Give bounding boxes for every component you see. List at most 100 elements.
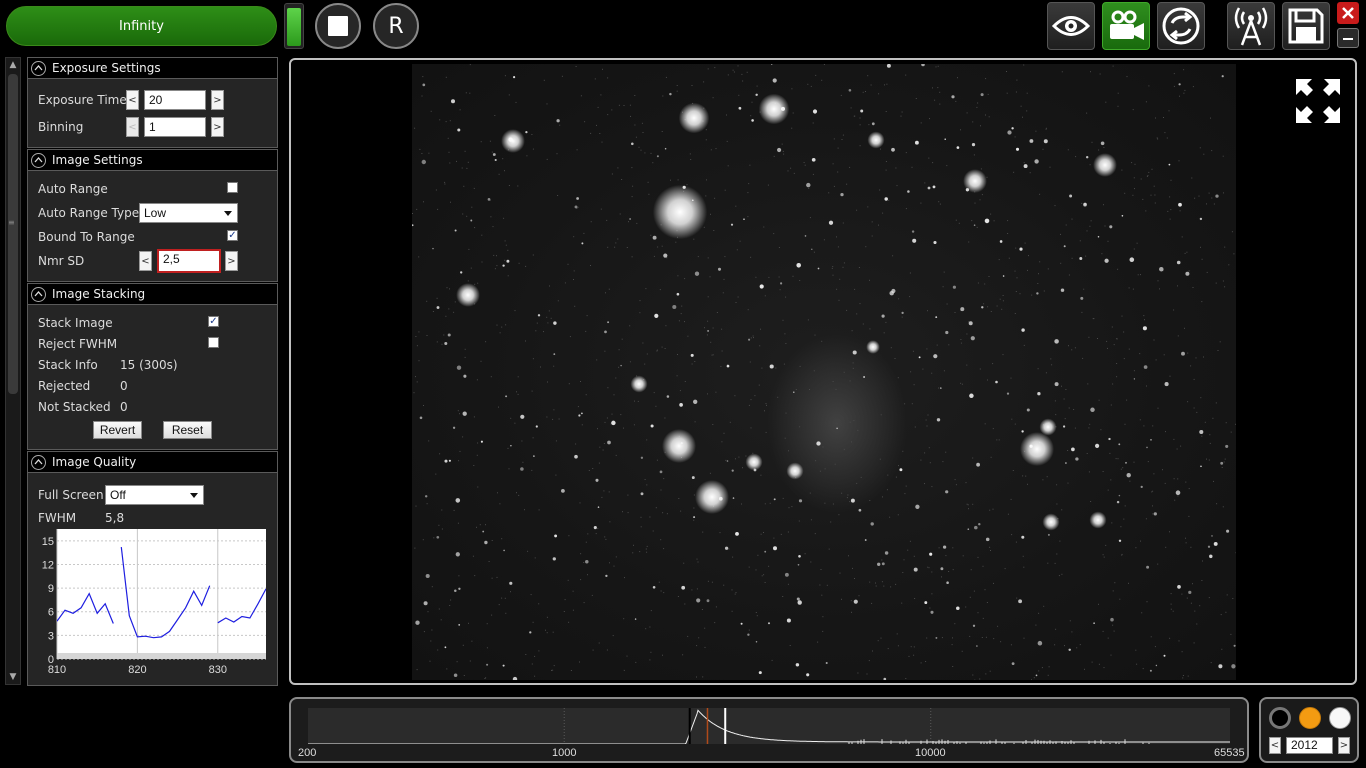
- orange-color-option[interactable]: [1299, 707, 1321, 729]
- star: [1026, 408, 1030, 412]
- binning-decrement[interactable]: <: [126, 117, 139, 137]
- infinity-button[interactable]: Infinity: [6, 6, 277, 46]
- image-quality-header[interactable]: Image Quality: [28, 452, 277, 473]
- star: [672, 304, 677, 310]
- star: [740, 622, 743, 625]
- panel-title: Image Quality: [52, 455, 137, 469]
- image-viewer[interactable]: [289, 58, 1357, 685]
- fwhm-chart: 03691215810 820 830: [42, 529, 266, 676]
- star: [1071, 447, 1075, 452]
- star: [798, 554, 801, 558]
- fullscreen-icon[interactable]: [1294, 77, 1342, 125]
- revert-button[interactable]: Revert: [93, 421, 142, 439]
- bright-star: [695, 480, 729, 514]
- scroll-down-icon[interactable]: ▼: [6, 670, 20, 684]
- camera-button[interactable]: [1102, 2, 1150, 50]
- close-button[interactable]: [1337, 2, 1359, 24]
- minimize-button[interactable]: [1337, 28, 1359, 48]
- white-color-option[interactable]: [1329, 707, 1351, 729]
- star: [456, 365, 462, 370]
- star: [561, 489, 565, 493]
- star: [423, 601, 428, 606]
- collapse-icon[interactable]: [31, 454, 46, 470]
- black-color-option[interactable]: [1269, 707, 1291, 729]
- r-button[interactable]: R: [373, 3, 419, 49]
- reset-button[interactable]: Reset: [163, 421, 212, 439]
- nmr-sd-input[interactable]: 2,5: [157, 249, 221, 273]
- star: [1037, 392, 1041, 396]
- star: [956, 606, 960, 611]
- star: [1211, 535, 1213, 537]
- star: [1029, 139, 1034, 143]
- star: [424, 495, 428, 498]
- antenna-button[interactable]: [1227, 2, 1275, 50]
- star: [933, 240, 937, 245]
- star: [1178, 202, 1182, 207]
- star: [731, 469, 734, 472]
- image-settings-body: Auto Range Auto Range Type Low Bound To …: [28, 171, 277, 281]
- scroll-up-icon[interactable]: ▲: [6, 58, 20, 72]
- stop-button[interactable]: [315, 3, 361, 49]
- collapse-icon[interactable]: [31, 152, 46, 168]
- stack-image-label: Stack Image: [38, 316, 113, 330]
- image-stacking-header[interactable]: Image Stacking: [28, 284, 277, 305]
- star: [432, 247, 434, 250]
- star: [770, 64, 773, 66]
- image-settings-header[interactable]: Image Settings: [28, 150, 277, 171]
- binning-increment[interactable]: >: [211, 117, 224, 137]
- star: [448, 459, 451, 462]
- nmr-sd-decrement[interactable]: <: [139, 251, 152, 271]
- star: [487, 198, 491, 201]
- star: [971, 142, 976, 147]
- star: [864, 539, 867, 541]
- exposure-time-decrement[interactable]: <: [126, 90, 139, 110]
- year-decrement[interactable]: <: [1269, 737, 1281, 754]
- view-button[interactable]: [1047, 2, 1095, 50]
- star: [604, 330, 607, 334]
- star: [969, 393, 974, 399]
- reject-fwhm-checkbox[interactable]: [208, 337, 219, 348]
- cycle-button[interactable]: [1157, 2, 1205, 50]
- exposure-time-input[interactable]: 20: [144, 90, 206, 110]
- star: [502, 664, 505, 667]
- auto-range-label: Auto Range: [38, 182, 108, 196]
- collapse-icon[interactable]: [31, 286, 46, 302]
- star: [512, 676, 518, 680]
- binning-input[interactable]: 1: [144, 117, 206, 137]
- exposure-settings-header[interactable]: Exposure Settings: [28, 58, 277, 79]
- nmr-sd-increment[interactable]: >: [225, 251, 238, 271]
- star: [755, 640, 758, 643]
- star-field-image[interactable]: [412, 64, 1236, 680]
- auto-range-type-select[interactable]: Low: [139, 203, 238, 223]
- star: [581, 242, 584, 245]
- bright-star: [1042, 513, 1060, 531]
- star: [510, 444, 512, 447]
- star: [529, 631, 532, 634]
- auto-range-checkbox[interactable]: [227, 182, 238, 193]
- year-input[interactable]: 2012: [1286, 737, 1333, 754]
- stack-info-label: Stack Info: [38, 358, 98, 372]
- star: [654, 313, 659, 318]
- star: [422, 83, 426, 87]
- bright-star: [1089, 511, 1107, 529]
- save-button[interactable]: [1282, 2, 1330, 50]
- scroll-thumb[interactable]: [8, 74, 18, 394]
- star: [940, 567, 944, 571]
- full-screen-select[interactable]: Off: [105, 485, 204, 505]
- histogram-plot[interactable]: [308, 708, 1230, 744]
- year-increment[interactable]: >: [1338, 737, 1350, 754]
- star: [1121, 214, 1124, 217]
- stack-image-checkbox[interactable]: ✓: [208, 316, 219, 327]
- star: [951, 95, 955, 99]
- star: [607, 440, 611, 445]
- sidebar-scrollbar[interactable]: ▲ ≡ ▼: [5, 57, 21, 685]
- bound-to-range-checkbox[interactable]: ✓: [227, 230, 238, 241]
- star: [786, 618, 791, 623]
- bright-star: [786, 462, 804, 480]
- collapse-icon[interactable]: [31, 60, 46, 76]
- star: [611, 420, 616, 426]
- exposure-time-increment[interactable]: >: [211, 90, 224, 110]
- star: [940, 387, 942, 389]
- star: [669, 92, 672, 96]
- star: [1149, 669, 1152, 672]
